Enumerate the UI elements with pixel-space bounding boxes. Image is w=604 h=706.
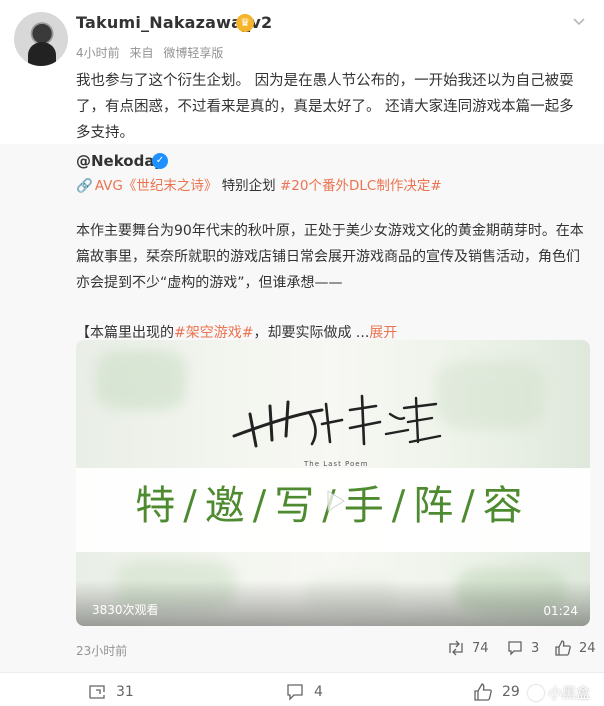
source-prefix: 来自 — [129, 46, 154, 60]
repost-icon — [89, 685, 105, 699]
origin-comment-count: 3 — [531, 640, 540, 656]
origin-repost-button[interactable]: 74 — [448, 640, 489, 656]
origin-text: 本作主要舞台为90年代末的秋叶原，正处于美少女游戏文化的黄金期萌芽时。在本篇故事… — [76, 218, 586, 346]
link-icon: 🔗 — [76, 178, 93, 194]
like-button[interactable]: 29 — [474, 683, 520, 701]
weibo-post-card: Takumi_Nakazawa_v2 ♛ 4小时前 来自 微博轻享版 我也参与了… — [0, 0, 604, 706]
repost-count: 31 — [116, 684, 134, 700]
heybox-logo-icon — [528, 685, 544, 701]
origin-post-time[interactable]: 23小时前 — [76, 642, 127, 659]
tag-middle: 特别企划 — [221, 178, 276, 194]
tag-game-link[interactable]: 《世纪末之诗》 — [123, 178, 218, 194]
comment-icon — [508, 641, 522, 656]
post-text: 我也参与了这个衍生企划。 因为是在愚人节公布的，一开始我还以为自己被耍了，有点困… — [76, 73, 574, 141]
repost-button[interactable]: 31 — [88, 683, 134, 701]
origin-like-count: 24 — [579, 640, 596, 656]
verified-badge-icon: ✓ — [152, 153, 168, 169]
repost-icon — [449, 640, 463, 656]
video-bg-blob — [436, 360, 546, 430]
paragraph2-suffix: ，却要实际做成 ... — [253, 325, 370, 341]
hashtag-dlc-link[interactable]: #20个番外DLC制作决定# — [280, 178, 442, 194]
like-count: 29 — [502, 684, 520, 700]
video-view-count: 3830次观看 — [92, 603, 159, 617]
watermark-text: 小黑盒 — [548, 686, 590, 702]
tag-prefix[interactable]: AVG — [95, 178, 123, 194]
chevron-down-icon[interactable] — [570, 14, 588, 32]
post-time[interactable]: 4小时前 — [76, 46, 120, 60]
paragraph2-prefix: 【本篇里出现的 — [76, 325, 174, 341]
hashtag-fictional-games-link[interactable]: #架空游戏# — [174, 325, 253, 341]
origin-author-name[interactable]: @Nekoday — [76, 152, 164, 170]
origin-like-button[interactable]: 24 — [555, 640, 596, 656]
comment-count: 4 — [314, 684, 323, 700]
vip-badge-icon: ♛ — [236, 14, 254, 32]
expand-link[interactable]: 展开 — [369, 325, 397, 341]
origin-paragraph-1: 本作主要舞台为90年代末的秋叶原，正处于美少女游戏文化的黄金期萌芽时。在本篇故事… — [76, 223, 584, 291]
divider — [0, 672, 604, 673]
author-avatar[interactable] — [14, 12, 68, 66]
watermark: 小黑盒 — [528, 683, 590, 703]
video-bg-blob — [96, 350, 186, 410]
post-meta: 4小时前 来自 微博轻享版 — [76, 44, 223, 61]
like-icon — [555, 640, 571, 656]
like-icon — [474, 683, 492, 701]
video-player[interactable]: The Last Poem 特/邀/写/手/阵/容 3830次观看 01:24 — [76, 340, 590, 626]
origin-tag-line: 🔗 AVG《世纪末之诗》 特别企划 #20个番外DLC制作决定# — [76, 176, 442, 196]
game-logo-subtitle: The Last Poem — [304, 460, 369, 468]
game-logo — [232, 394, 442, 448]
origin-repost-count: 74 — [472, 640, 489, 656]
comment-button[interactable]: 4 — [286, 683, 323, 701]
post-source[interactable]: 微博轻享版 — [163, 46, 223, 60]
play-icon[interactable] — [313, 480, 355, 522]
origin-comment-button[interactable]: 3 — [507, 640, 539, 656]
comment-icon — [287, 684, 303, 701]
video-duration: 01:24 — [543, 604, 578, 618]
